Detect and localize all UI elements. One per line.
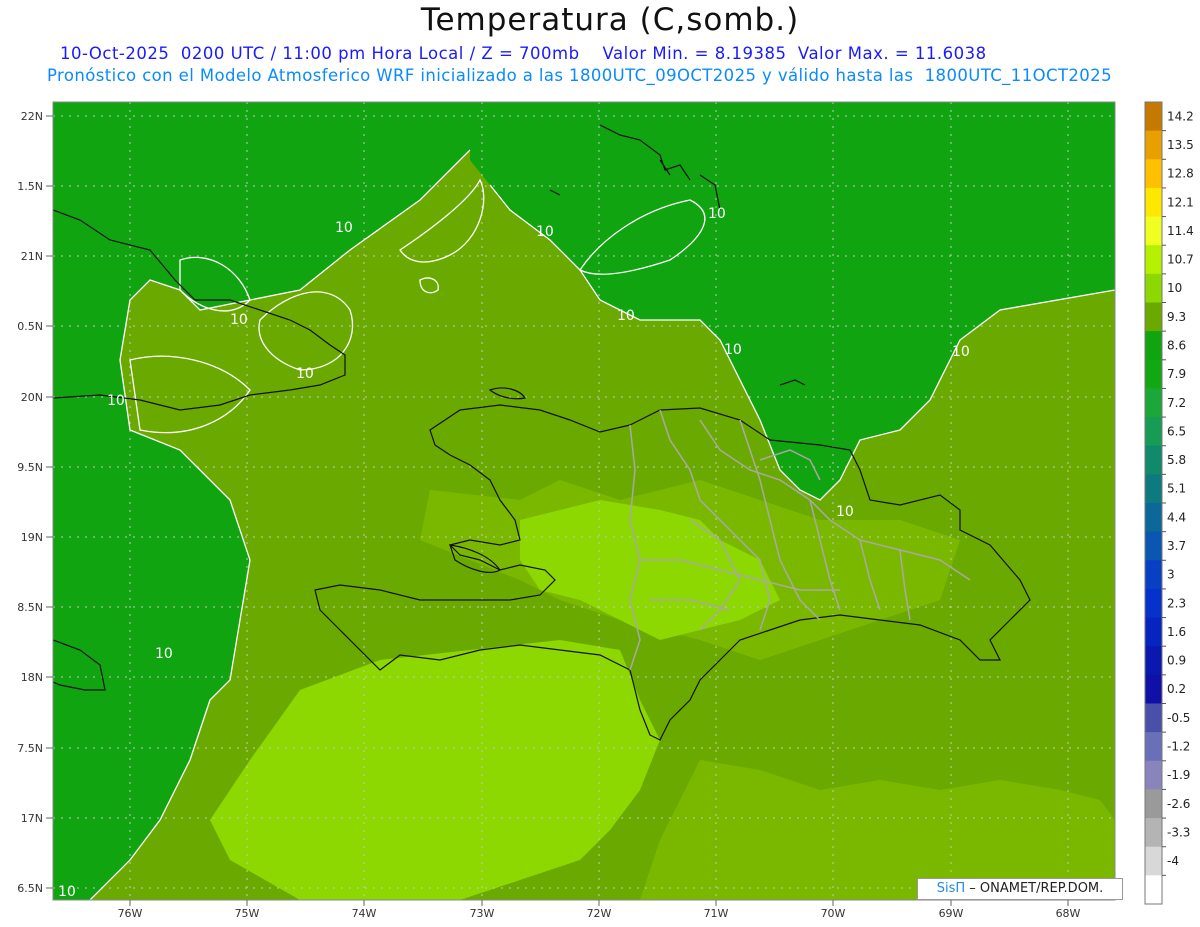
colorbar-label: 7.2 [1167, 396, 1186, 410]
colorbar-swatch [1145, 359, 1162, 389]
colorbar-swatch [1145, 445, 1162, 475]
colorbar-swatch [1145, 646, 1162, 676]
colorbar-swatch [1145, 674, 1162, 704]
colorbar-label: -3.3 [1167, 825, 1190, 839]
colorbar-swatch [1145, 331, 1162, 361]
colorbar-swatch [1145, 159, 1162, 189]
colorbar-swatch [1145, 273, 1162, 303]
lon-label: 74W [352, 907, 377, 920]
lon-label: 73W [470, 907, 495, 920]
colorbar-swatch [1145, 846, 1162, 876]
colorbar-label: 0.2 [1167, 682, 1186, 696]
colorbar-label: 13.5 [1167, 138, 1194, 152]
colorbar-swatch [1145, 617, 1162, 647]
contour-label: 10 [724, 342, 742, 358]
colorbar-label: 10.7 [1167, 253, 1194, 267]
colorbar-swatch [1145, 560, 1162, 590]
lat-label: 9.5N [17, 461, 43, 474]
colorbar-swatch [1145, 102, 1162, 132]
credit-box: SisΠ – ONAMET/REP.DOM. [917, 878, 1123, 900]
colorbar-swatch [1145, 130, 1162, 160]
lat-label: 0.5N [17, 320, 43, 333]
temperature-field: 10 10 10 10 10 10 10 10 10 10 10 10 [53, 102, 1115, 900]
colorbar-label: 12.1 [1167, 195, 1194, 209]
colorbar-swatch [1145, 531, 1162, 561]
colorbar-label: -4 [1167, 854, 1179, 868]
sis-logo-text: SisΠ [936, 881, 966, 896]
colorbar-label: -1.2 [1167, 739, 1190, 753]
colorbar-swatch [1145, 732, 1162, 762]
lat-label: 8.5N [17, 601, 43, 614]
contour-label: 10 [230, 312, 248, 328]
colorbar-label: -1.9 [1167, 768, 1190, 782]
lat-label: 20N [21, 391, 43, 404]
colorbar-label: 12.8 [1167, 167, 1194, 181]
colorbar-swatch [1145, 875, 1162, 905]
colorbar-label: 3 [1167, 568, 1175, 582]
longitude-axis: 76W 75W 74W 73W 72W 71W 70W 69W 68W [118, 900, 1081, 920]
lon-label: 72W [587, 907, 612, 920]
colorbar-label: 4.4 [1167, 510, 1186, 524]
colorbar-swatch [1145, 417, 1162, 447]
colorbar-label: 6.5 [1167, 424, 1186, 438]
colorbar-label: 2.3 [1167, 596, 1186, 610]
colorbar-swatch [1145, 760, 1162, 790]
contour-label: 10 [617, 308, 635, 324]
lat-label: 17N [21, 812, 43, 825]
contour-label: 10 [836, 504, 854, 520]
lon-label: 75W [235, 907, 260, 920]
contour-label: 10 [107, 393, 125, 409]
lat-label: 6.5N [17, 882, 43, 895]
colorbar-swatch [1145, 703, 1162, 733]
contour-label: 10 [296, 366, 314, 382]
contour-label: 10 [536, 224, 554, 240]
lat-label: 1.5N [17, 180, 43, 193]
lat-label: 22N [21, 110, 43, 123]
colorbar-swatch [1145, 818, 1162, 848]
credit-text: – ONAMET/REP.DOM. [965, 881, 1104, 896]
contour-label: 10 [155, 646, 173, 662]
colorbar-swatch [1145, 216, 1162, 246]
colorbar-swatch [1145, 245, 1162, 275]
lon-label: 68W [1056, 907, 1081, 920]
colorbar-label: 3.7 [1167, 539, 1186, 553]
colorbar-swatch [1145, 187, 1162, 218]
latitude-axis: 22N 1.5N 21N 0.5N 20N 9.5N 19N 8.5N 18N … [17, 110, 53, 895]
colorbar-swatch [1145, 302, 1162, 332]
colorbar-swatch [1145, 588, 1162, 619]
temperature-map: 10 10 10 10 10 10 10 10 10 10 10 10 22N … [17, 101, 1194, 920]
colorbar-label: 7.9 [1167, 367, 1186, 381]
lat-label: 18N [21, 671, 43, 684]
colorbar-label: 14.2 [1167, 109, 1194, 123]
colorbar-label: 10 [1167, 281, 1182, 295]
colorbar-swatch [1145, 789, 1162, 819]
colorbar-label: 9.3 [1167, 310, 1186, 324]
lat-label: 7.5N [17, 742, 43, 755]
colorbar-label: 8.6 [1167, 338, 1186, 352]
contour-label: 10 [58, 884, 76, 900]
colorbar-label: 11.4 [1167, 224, 1194, 238]
colorbar-label: 5.8 [1167, 453, 1186, 467]
contour-label: 10 [335, 220, 353, 236]
lat-label: 19N [21, 531, 43, 544]
contour-label: 10 [708, 206, 726, 222]
lon-label: 69W [939, 907, 964, 920]
colorbar-label: -0.5 [1167, 711, 1190, 725]
colorbar: 14.2 13.5 12.8 12.1 11.4 10.7 10 9.3 8.6 7.9 7.2 6.… [1144, 101, 1194, 905]
colorbar-swatch [1145, 503, 1162, 533]
colorbar-label: -2.6 [1167, 797, 1190, 811]
colorbar-label: 0.9 [1167, 654, 1186, 668]
lat-label: 21N [21, 250, 43, 263]
colorbar-swatch [1145, 388, 1162, 418]
contour-label: 10 [952, 344, 970, 360]
colorbar-label: 1.6 [1167, 625, 1186, 639]
colorbar-label: 5.1 [1167, 482, 1186, 496]
lon-label: 76W [118, 907, 143, 920]
colorbar-swatch [1145, 474, 1162, 504]
lon-label: 71W [704, 907, 729, 920]
lon-label: 70W [821, 907, 846, 920]
